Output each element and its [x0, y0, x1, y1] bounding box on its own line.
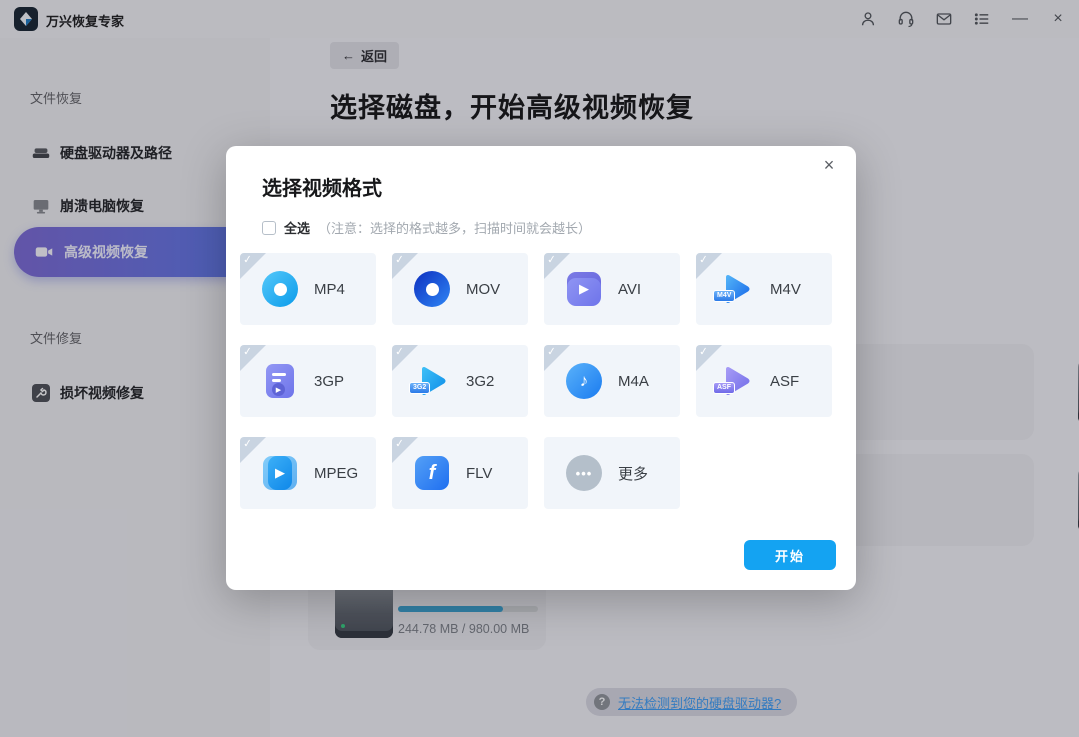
select-all-note: （注意：选择的格式越多，扫描时间就会越长）: [318, 218, 591, 237]
dialog-title: 选择视频格式: [262, 172, 382, 201]
check-icon: ✓: [394, 437, 405, 450]
check-icon: ✓: [546, 253, 557, 266]
format-tile-more[interactable]: ••• 更多: [544, 437, 680, 509]
check-icon: ✓: [698, 345, 709, 358]
m4v-play-icon: M4V: [716, 269, 756, 309]
format-label: M4A: [618, 373, 649, 390]
format-tile-flv[interactable]: ✓ f FLV: [392, 437, 528, 509]
check-icon: ✓: [698, 253, 709, 266]
format-tile-mp4[interactable]: ✓ MP4: [240, 253, 376, 325]
dialog-close-icon[interactable]: ×: [816, 152, 842, 178]
check-icon: ✓: [394, 253, 405, 266]
format-label: FLV: [466, 465, 492, 482]
format-label: MP4: [314, 281, 345, 298]
3g2-badge: 3G2: [409, 382, 430, 394]
check-icon: ✓: [242, 253, 253, 266]
format-label: MPEG: [314, 465, 358, 482]
3g2-play-icon: 3G2: [412, 361, 452, 401]
m4a-music-icon: ♪: [564, 361, 604, 401]
select-all-row: 全选 （注意：选择的格式越多，扫描时间就会越长）: [262, 218, 591, 237]
asf-badge: ASF: [713, 382, 735, 394]
start-button[interactable]: 开始: [744, 540, 836, 570]
mov-disc-icon: [412, 269, 452, 309]
3gp-document-icon: ▶: [260, 361, 300, 401]
check-icon: ✓: [394, 345, 405, 358]
format-label: 更多: [618, 463, 648, 484]
format-label: 3G2: [466, 373, 494, 390]
format-label: AVI: [618, 281, 641, 298]
format-tile-asf[interactable]: ✓ ASF ASF: [696, 345, 832, 417]
format-tile-mpeg[interactable]: ✓ ▶ MPEG: [240, 437, 376, 509]
mp4-disc-icon: [260, 269, 300, 309]
format-tile-m4v[interactable]: ✓ M4V M4V: [696, 253, 832, 325]
mpeg-film-icon: ▶: [260, 453, 300, 493]
select-all-checkbox[interactable]: [262, 221, 276, 235]
check-icon: ✓: [546, 345, 557, 358]
asf-play-icon: ASF: [716, 361, 756, 401]
select-all-label: 全选: [284, 218, 310, 237]
format-label: MOV: [466, 281, 500, 298]
check-icon: ✓: [242, 345, 253, 358]
more-ellipsis-icon: •••: [564, 453, 604, 493]
format-tile-3g2[interactable]: ✓ 3G2 3G2: [392, 345, 528, 417]
format-tile-3gp[interactable]: ✓ ▶ 3GP: [240, 345, 376, 417]
format-label: ASF: [770, 373, 799, 390]
format-tile-mov[interactable]: ✓ MOV: [392, 253, 528, 325]
avi-clapper-icon: ▶: [564, 269, 604, 309]
flv-flash-icon: f: [412, 453, 452, 493]
format-grid: ✓ MP4 ✓ MOV ✓ ▶ AVI ✓: [240, 253, 832, 509]
check-icon: ✓: [242, 437, 253, 450]
select-video-format-dialog: × 选择视频格式 全选 （注意：选择的格式越多，扫描时间就会越长） ✓ MP4 …: [226, 146, 856, 590]
format-label: 3GP: [314, 373, 344, 390]
format-tile-avi[interactable]: ✓ ▶ AVI: [544, 253, 680, 325]
format-label: M4V: [770, 281, 801, 298]
m4v-badge: M4V: [713, 290, 735, 302]
format-tile-m4a[interactable]: ✓ ♪ M4A: [544, 345, 680, 417]
app-window: 万兴恢复专家: [0, 0, 1079, 737]
